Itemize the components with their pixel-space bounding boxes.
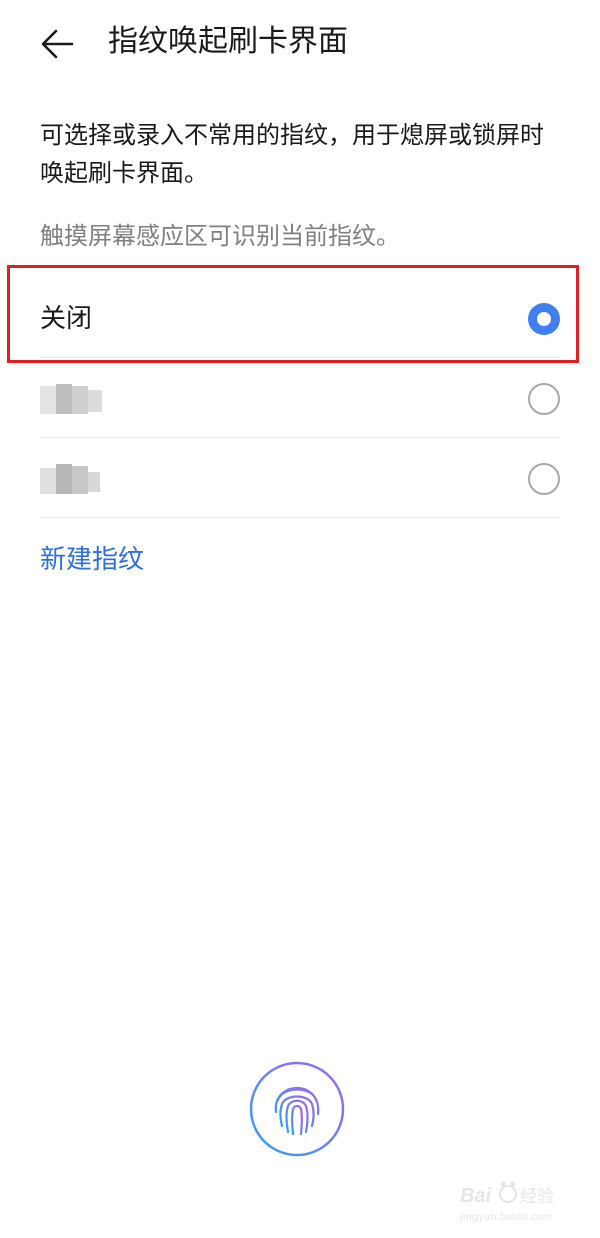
radio-button[interactable] — [528, 383, 560, 415]
new-fingerprint-link[interactable]: 新建指纹 — [40, 540, 144, 580]
header: 指纹唤起刷卡界面 — [0, 0, 600, 90]
arrow-left-icon — [41, 29, 74, 59]
fingerprint-icon — [249, 1061, 345, 1157]
radio-button[interactable] — [528, 463, 560, 495]
watermark-brand: Bai — [460, 1185, 492, 1207]
option-fingerprint-1[interactable] — [40, 360, 560, 438]
watermark: Bai 经验 jingyan.baidu.com — [456, 1176, 576, 1226]
page-title: 指纹唤起刷卡界面 — [108, 24, 348, 59]
divider — [40, 437, 560, 438]
blurred-fingerprint-name — [40, 384, 104, 414]
hint-text: 触摸屏幕感应区可识别当前指纹。 — [40, 222, 400, 250]
description-text: 可选择或录入不常用的指纹，用于熄屏或锁屏时唤起刷卡界面。 — [40, 121, 544, 187]
blurred-fingerprint-name — [40, 464, 104, 494]
option-fingerprint-2[interactable] — [40, 440, 560, 518]
divider — [40, 517, 560, 518]
back-button[interactable] — [36, 22, 80, 66]
watermark-url: jingyan.baidu.com — [459, 1212, 552, 1223]
highlight-annotation — [7, 265, 579, 363]
fingerprint-sensor-button[interactable] — [248, 1060, 346, 1158]
watermark-brand-cn: 经验 — [520, 1187, 554, 1207]
